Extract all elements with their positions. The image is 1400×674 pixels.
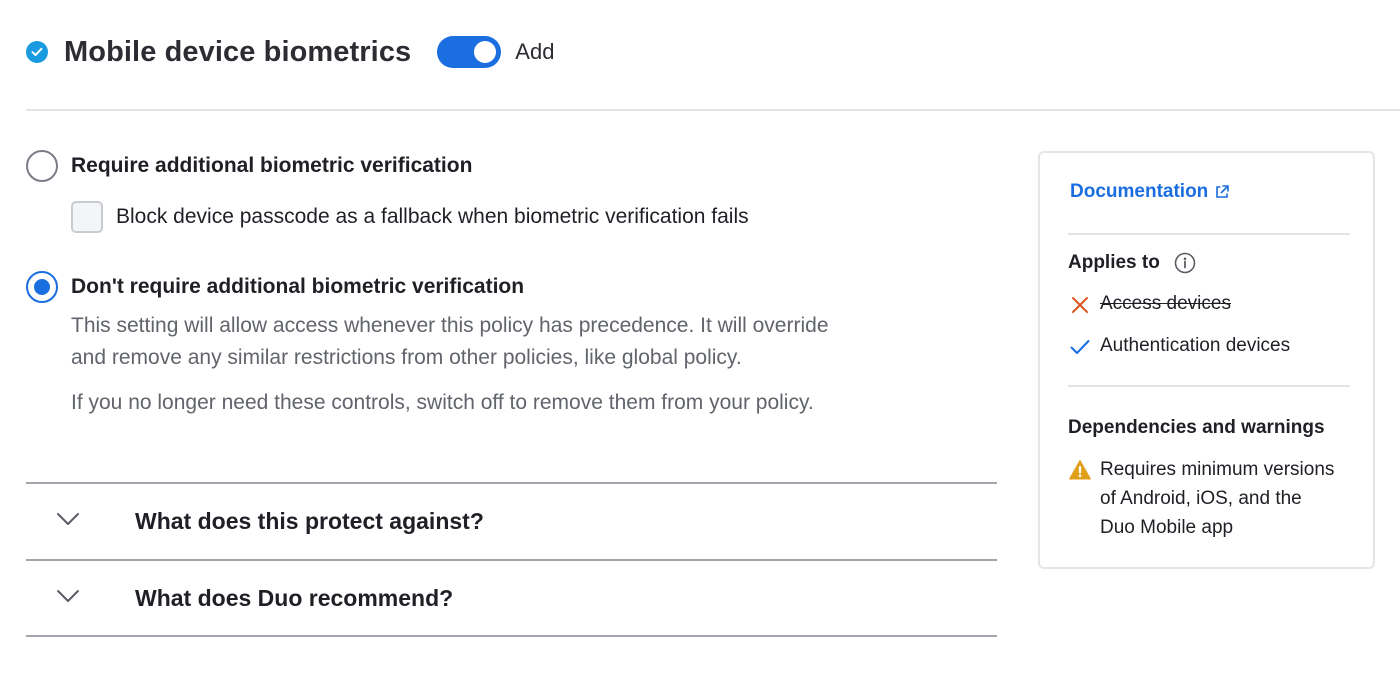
applies-to-heading-label: Applies to [1068,252,1160,273]
policy-header: Mobile device biometrics Add [26,26,554,78]
accordion-label: What does this protect against? [135,507,484,534]
chevron-down-icon [57,590,79,602]
accordion-protect-against[interactable]: What does this protect against? [26,482,997,558]
option-label: Require additional biometric verificatio… [71,154,473,177]
checkbox-label: Block device passcode as a fallback when… [116,205,749,228]
dependencies-heading: Dependencies and warnings [1068,417,1325,438]
applies-to-heading: Applies to [1068,252,1196,274]
radio-dont-require-biometric[interactable] [26,271,58,303]
panel-divider [1068,385,1350,387]
switch-off-note: If you no longer need these controls, sw… [71,391,814,414]
panel-divider [1068,233,1350,235]
info-icon[interactable] [1174,252,1196,274]
toggle-label: Add [515,39,555,64]
warning-item: Requires minimum versions of Android, iO… [1068,458,1334,542]
header-divider [26,109,1400,111]
description-line: This setting will allow access whenever … [71,314,829,337]
chevron-down-icon [57,513,79,525]
warning-line: of Android, iOS, and the [1100,488,1302,509]
accordion-duo-recommend[interactable]: What does Duo recommend? [26,559,997,637]
x-icon [1072,297,1088,313]
applies-to-item: Authentication devices [1068,335,1290,359]
warning-text: Requires minimum versions of Android, iO… [1100,455,1334,542]
warning-line: Requires minimum versions [1100,459,1335,480]
option-require-biometric[interactable]: Require additional biometric verificatio… [26,150,472,182]
documentation-link[interactable]: Documentation [1070,181,1230,203]
check-circle-icon [26,41,48,63]
accordion-label: What does Duo recommend? [135,584,454,611]
warning-line: Duo Mobile app [1100,517,1234,538]
warning-icon [1069,460,1091,480]
option-dont-require-biometric[interactable]: Don't require additional biometric verif… [26,271,524,303]
check-icon [1070,340,1090,354]
toggle-knob [474,41,497,63]
option-label: Don't require additional biometric verif… [71,275,525,298]
external-link-icon [1216,185,1230,198]
applies-to-label: Access devices [1100,293,1231,314]
option-description: This setting will allow access whenever … [71,310,971,374]
applies-to-label: Authentication devices [1100,335,1291,356]
block-passcode-checkbox[interactable] [71,201,103,233]
page-title: Mobile device biometrics [64,35,412,68]
fallback-checkbox-row[interactable]: Block device passcode as a fallback when… [71,201,749,233]
applies-to-item: Access devices [1068,293,1231,317]
documentation-link-label: Documentation [1070,181,1209,202]
info-panel: Documentation Applies to Access devices … [1038,151,1375,569]
description-line: and remove any similar restrictions from… [71,346,742,369]
radio-require-biometric[interactable] [26,150,58,182]
policy-toggle[interactable] [437,36,502,68]
